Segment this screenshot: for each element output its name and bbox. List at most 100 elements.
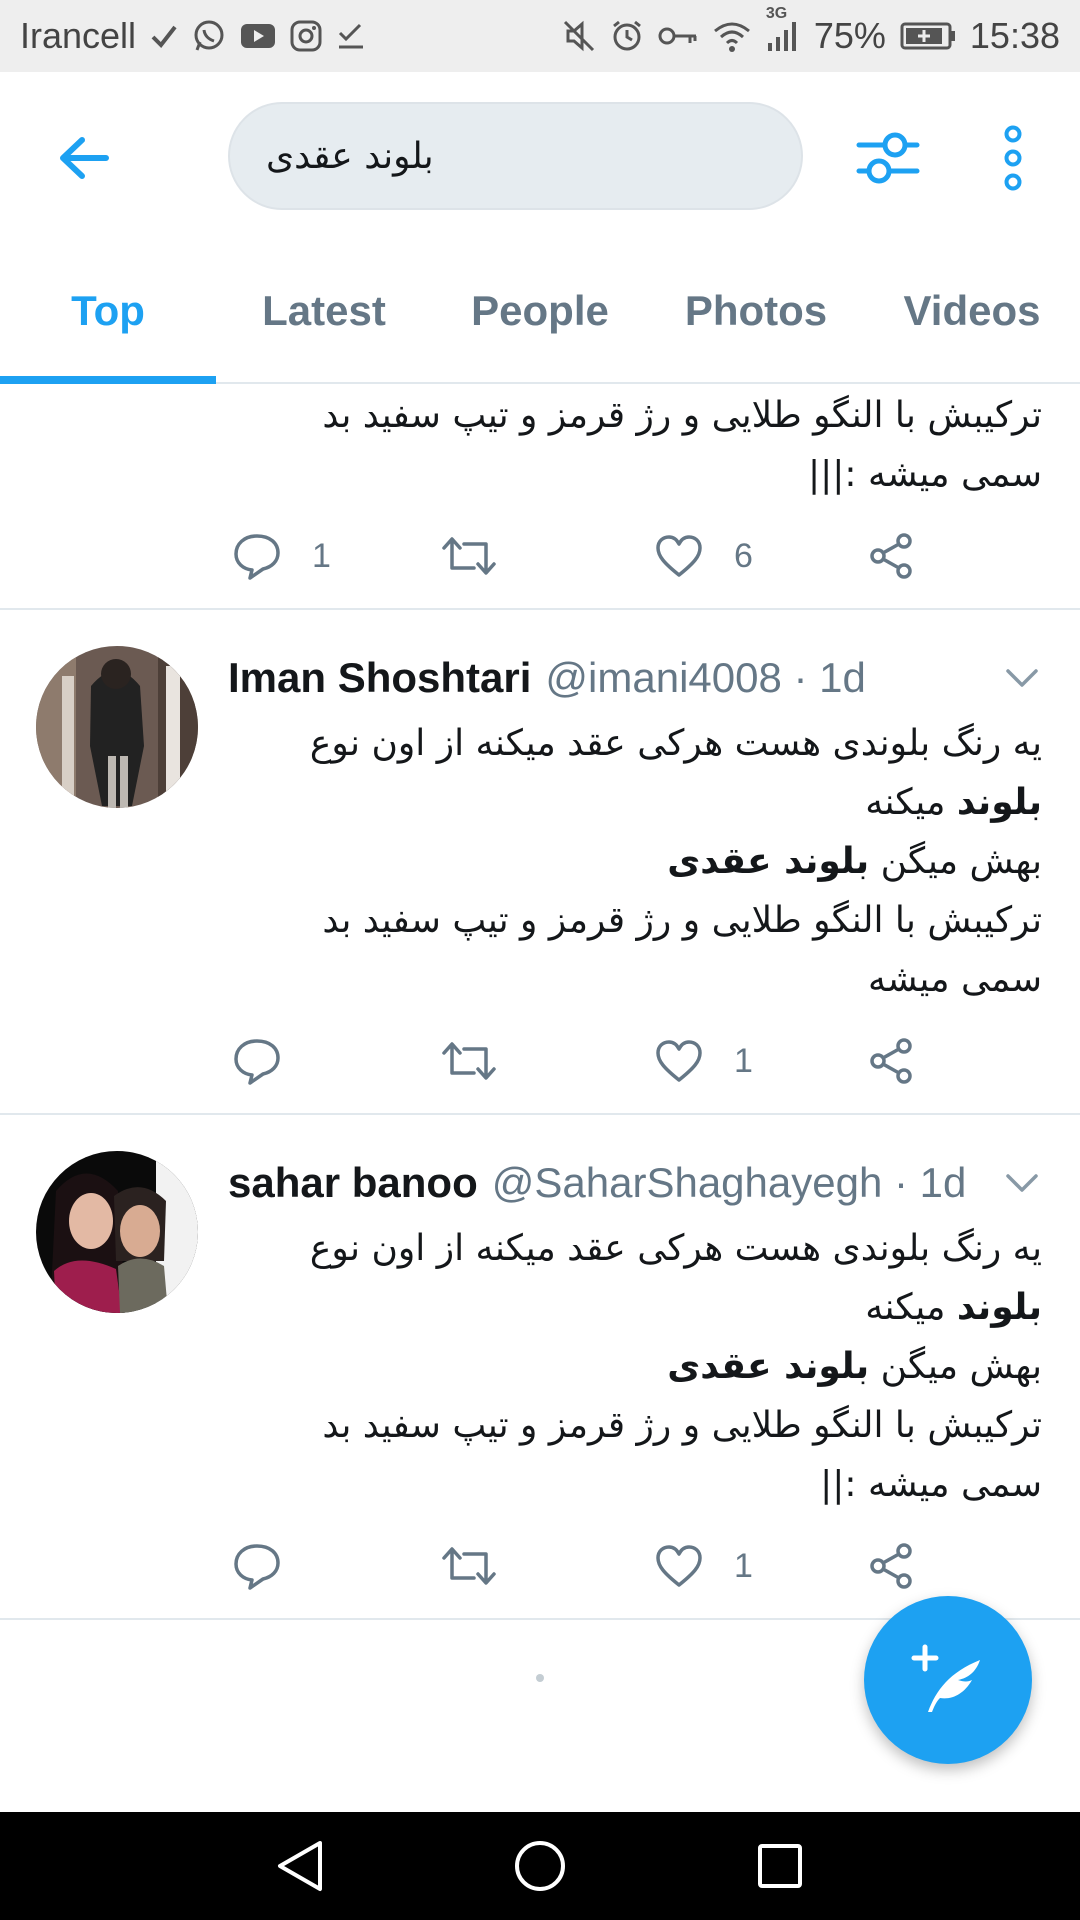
carrier-name: Irancell bbox=[20, 15, 137, 56]
circle-home-icon bbox=[515, 1841, 565, 1891]
tweet-menu-button[interactable] bbox=[1002, 1163, 1042, 1208]
reply-button[interactable]: 1 bbox=[232, 528, 331, 584]
status-bar-right: 3G 75% 15:38 bbox=[562, 5, 1060, 57]
search-filter-button[interactable] bbox=[850, 122, 926, 194]
avatar[interactable] bbox=[36, 1151, 198, 1313]
compose-feather-icon bbox=[911, 1644, 980, 1712]
tweet-text-fragment: بهش میگن bbox=[869, 841, 1042, 882]
reply-count: 1 bbox=[312, 536, 331, 575]
search-input[interactable]: بلوند عقدی bbox=[228, 102, 803, 210]
checkbox-icon bbox=[336, 21, 366, 51]
author-handle-time: @imani4008 · 1d bbox=[545, 654, 866, 701]
share-icon bbox=[870, 1543, 912, 1589]
chevron-down-icon bbox=[1006, 1174, 1038, 1192]
signal-icon: 3G bbox=[766, 5, 800, 53]
tweet-text-line: یه رنگ بلوندی هست هرکی عقد میکنه از اون … bbox=[309, 1228, 1042, 1269]
author-name[interactable]: sahar banoo bbox=[228, 1159, 478, 1207]
tweet-text: ترکیبش با النگو طلایی و رژ قرمز و تیپ سف… bbox=[0, 386, 1080, 504]
tweet-text-line: ترکیبش با النگو طلایی و رژ قرمز و تیپ سف… bbox=[322, 395, 1042, 436]
like-button[interactable]: 1 bbox=[654, 1033, 753, 1089]
triangle-back-icon bbox=[278, 1841, 322, 1891]
reply-button[interactable] bbox=[232, 1033, 312, 1089]
compose-tweet-button[interactable] bbox=[864, 1596, 1032, 1764]
filter-sliders-icon bbox=[856, 132, 920, 184]
more-vertical-icon bbox=[1004, 125, 1022, 191]
youtube-icon bbox=[240, 22, 276, 50]
check-icon bbox=[150, 22, 178, 50]
reply-icon bbox=[234, 1039, 280, 1085]
tweet[interactable]: sahar banoo @SaharShaghayegh · 1d یه رنگ… bbox=[0, 1115, 1080, 1620]
search-results-feed: ترکیبش با النگو طلایی و رژ قرمز و تیپ سف… bbox=[0, 386, 1080, 1620]
tweet-text-line: بلوند میکنه bbox=[228, 773, 1042, 832]
whatsapp-icon bbox=[192, 19, 226, 53]
mute-icon bbox=[562, 19, 596, 53]
tab-latest[interactable]: Latest bbox=[216, 240, 432, 382]
author-name[interactable]: Iman Shoshtari bbox=[228, 654, 531, 702]
tab-people[interactable]: People bbox=[432, 240, 648, 382]
clock: 15:38 bbox=[969, 15, 1060, 56]
nav-home-button[interactable] bbox=[490, 1816, 590, 1916]
back-button[interactable] bbox=[48, 122, 120, 194]
like-button[interactable]: 1 bbox=[654, 1538, 753, 1594]
loading-indicator bbox=[536, 1674, 544, 1682]
system-navigation-bar bbox=[0, 1812, 1080, 1920]
instagram-icon bbox=[290, 20, 322, 52]
battery-percent: 75% bbox=[813, 15, 886, 56]
like-count: 1 bbox=[734, 1546, 753, 1585]
tweet-header: sahar banoo @SaharShaghayegh · 1d bbox=[228, 1143, 1042, 1223]
retweet-button[interactable] bbox=[440, 1033, 528, 1089]
app-bar: بلوند عقدی bbox=[0, 72, 1080, 240]
highlighted-term: بلوند عقدی bbox=[667, 1346, 870, 1387]
share-button[interactable] bbox=[866, 1033, 916, 1089]
reply-button[interactable] bbox=[232, 1538, 312, 1594]
heart-icon bbox=[656, 1040, 702, 1082]
square-recents-icon bbox=[758, 1844, 802, 1888]
tweet-menu-button[interactable] bbox=[1002, 658, 1042, 703]
retweet-button[interactable] bbox=[440, 1538, 528, 1594]
highlighted-term: بلوند bbox=[956, 782, 1042, 823]
tweet-text-line: سمی میشه bbox=[868, 959, 1042, 1000]
tweet-text: یه رنگ بلوندی هست هرکی عقد میکنه از اون … bbox=[228, 714, 1042, 1009]
tweet-text-line: ترکیبش با النگو طلایی و رژ قرمز و تیپ سف… bbox=[322, 900, 1042, 941]
tweet-text-fragment: میکنه bbox=[865, 782, 957, 823]
nav-back-button[interactable] bbox=[250, 1816, 350, 1916]
highlighted-term: بلوند عقدی bbox=[667, 841, 870, 882]
tab-top[interactable]: Top bbox=[0, 240, 216, 384]
like-count: 1 bbox=[734, 1041, 753, 1080]
share-icon bbox=[870, 533, 912, 579]
battery-icon bbox=[900, 21, 956, 51]
tweet-actions: 1 6 bbox=[0, 504, 1080, 608]
highlighted-term: بلوند bbox=[956, 1287, 1042, 1328]
heart-icon bbox=[656, 1545, 702, 1587]
like-button[interactable]: 6 bbox=[654, 528, 753, 584]
tab-photos[interactable]: Photos bbox=[648, 240, 864, 382]
tweet-header: Iman Shoshtari @imani4008 · 1d bbox=[228, 638, 1042, 718]
more-options-button[interactable] bbox=[988, 122, 1038, 194]
share-icon bbox=[870, 1038, 912, 1084]
status-bar: Irancell 3G 75% 15:38 bbox=[0, 0, 1080, 72]
retweet-button[interactable] bbox=[440, 528, 528, 584]
tweet-text-line: بهش میگن بلوند عقدی bbox=[228, 1337, 1042, 1396]
tab-videos[interactable]: Videos bbox=[864, 240, 1080, 382]
search-query: بلوند عقدی bbox=[266, 135, 434, 177]
tweet-text: یه رنگ بلوندی هست هرکی عقد میکنه از اون … bbox=[228, 1219, 1042, 1514]
back-arrow-icon bbox=[60, 137, 109, 179]
heart-icon bbox=[656, 535, 702, 577]
reply-icon bbox=[234, 534, 280, 580]
alarm-icon bbox=[610, 19, 644, 53]
nav-recents-button[interactable] bbox=[730, 1816, 830, 1916]
tweet-text-line: سمی میشه :|| bbox=[820, 1464, 1042, 1505]
avatar[interactable] bbox=[36, 646, 198, 808]
tweet-actions: 1 bbox=[0, 1009, 1080, 1113]
share-button[interactable] bbox=[866, 1538, 916, 1594]
retweet-icon bbox=[442, 1547, 496, 1585]
retweet-icon bbox=[442, 1042, 496, 1080]
tweet-text-line: بلوند میکنه bbox=[228, 1278, 1042, 1337]
tweet-text-line: سمی میشه :||| bbox=[808, 454, 1042, 495]
reply-icon bbox=[234, 1544, 280, 1590]
share-button[interactable] bbox=[866, 528, 916, 584]
author-handle-time: @SaharShaghayegh · 1d bbox=[491, 1159, 967, 1206]
avatar-photo bbox=[36, 646, 198, 808]
tweet[interactable]: Iman Shoshtari @imani4008 · 1d یه رنگ بل… bbox=[0, 610, 1080, 1115]
tweet-partial[interactable]: ترکیبش با النگو طلایی و رژ قرمز و تیپ سف… bbox=[0, 386, 1080, 610]
